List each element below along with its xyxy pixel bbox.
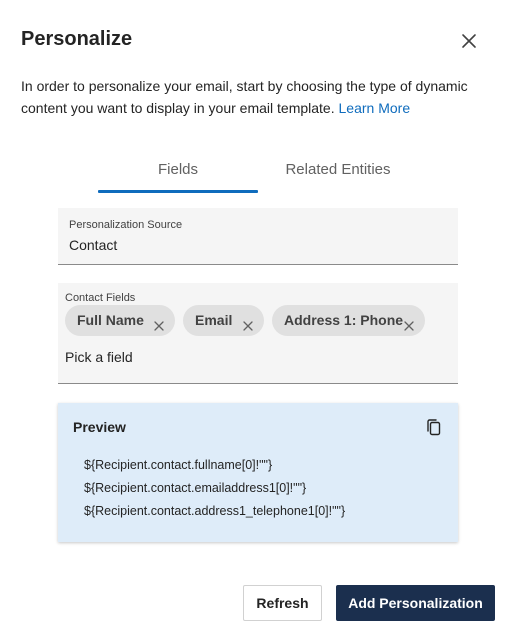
tab-fields[interactable]: Fields — [98, 150, 258, 192]
chip-label: Full Name — [77, 312, 144, 328]
refresh-button[interactable]: Refresh — [243, 585, 322, 621]
dialog-title: Personalize — [21, 28, 133, 50]
learn-more-link[interactable]: Learn More — [339, 100, 411, 116]
contact-fields-picker[interactable]: Contact Fields Full Name Email Address 1… — [58, 283, 458, 384]
selected-tab-indicator — [98, 190, 258, 193]
personalization-source-label: Personalization Source — [69, 219, 183, 231]
tab-list: Fields Related Entities — [98, 150, 418, 194]
dismiss-icon[interactable] — [402, 313, 416, 331]
personalization-source-value: Contact — [69, 237, 118, 253]
preview-title: Preview — [73, 419, 126, 435]
chip-label: Email — [195, 312, 233, 328]
personalization-source-field[interactable]: Personalization Source Contact — [58, 208, 458, 265]
copy-icon[interactable] — [424, 417, 444, 437]
contact-fields-label: Contact Fields — [65, 292, 136, 304]
pick-field-input[interactable]: Pick a field — [65, 349, 133, 365]
chip-address-phone: Address 1: Phone — [272, 305, 425, 336]
preview-code-line: ${Recipient.contact.address1_telephone1[… — [84, 504, 346, 518]
dialog-description: In order to personalize your email, star… — [21, 75, 491, 119]
dismiss-icon[interactable] — [152, 313, 166, 331]
chip-label: Address 1: Phone — [284, 312, 404, 328]
chip-email: Email — [183, 305, 264, 336]
add-personalization-button[interactable]: Add Personalization — [336, 585, 495, 621]
dismiss-icon[interactable] — [241, 313, 255, 331]
chip-full-name: Full Name — [65, 305, 175, 336]
preview-code-line: ${Recipient.contact.fullname[0]!""} — [84, 458, 273, 472]
close-icon[interactable] — [458, 30, 480, 52]
tab-related-entities[interactable]: Related Entities — [258, 150, 418, 192]
personalize-dialog: Personalize In order to personalize your… — [0, 0, 509, 641]
preview-code-line: ${Recipient.contact.emailaddress1[0]!""} — [84, 481, 307, 495]
preview-panel: Preview ${Recipient.contact.fullname[0]!… — [58, 403, 458, 542]
